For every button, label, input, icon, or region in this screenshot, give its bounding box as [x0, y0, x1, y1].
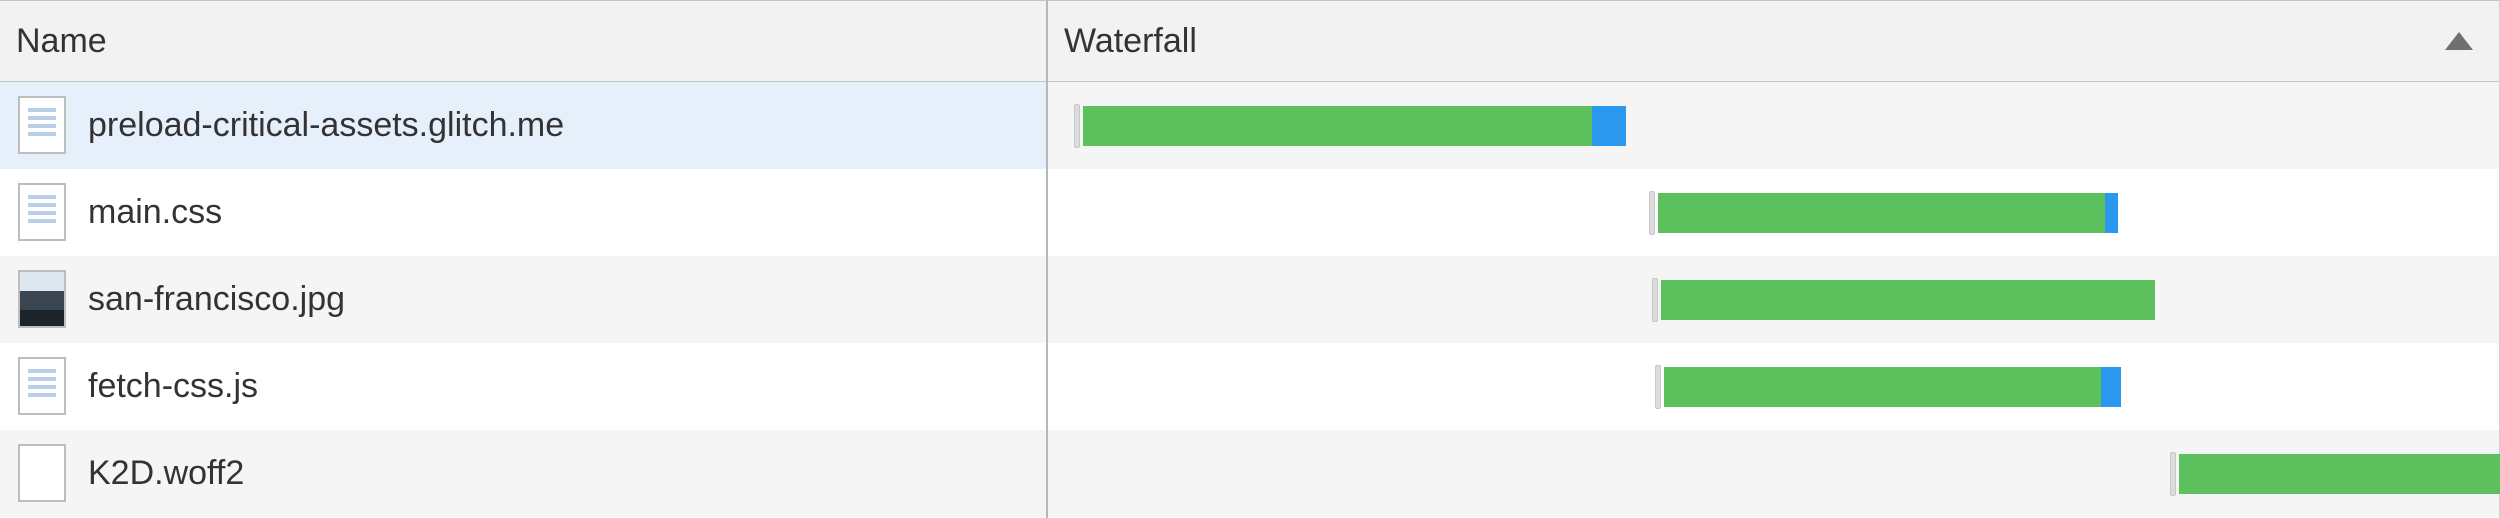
- waiting-segment: [1661, 280, 2155, 320]
- waterfall-column: Waterfall: [1048, 0, 2500, 518]
- table-row[interactable]: K2D.woff2: [0, 430, 1046, 517]
- resource-name: preload-critical-assets.glitch.me: [88, 106, 564, 145]
- name-rows: preload-critical-assets.glitch.me main.cs…: [0, 82, 1046, 517]
- name-column-header[interactable]: Name: [0, 0, 1046, 82]
- doc-icon: [18, 357, 66, 415]
- queue-tick-icon: [1649, 191, 1655, 235]
- waterfall-row[interactable]: [1048, 430, 2499, 517]
- waiting-segment: [2179, 454, 2500, 494]
- queue-tick-icon: [1074, 104, 1080, 148]
- timing-bar[interactable]: [1074, 106, 1626, 146]
- content-segment: [2101, 367, 2121, 407]
- timing-bar[interactable]: [1655, 367, 2122, 407]
- queue-tick-icon: [1652, 278, 1658, 322]
- doc-icon: [18, 96, 66, 154]
- waterfall-row[interactable]: [1048, 256, 2499, 343]
- waterfall-header-label: Waterfall: [1064, 22, 1197, 61]
- doc-icon: [18, 183, 66, 241]
- table-row[interactable]: main.css: [0, 169, 1046, 256]
- table-row[interactable]: san-francisco.jpg: [0, 256, 1046, 343]
- waterfall-row[interactable]: [1048, 169, 2499, 256]
- waterfall-row[interactable]: [1048, 82, 2499, 169]
- blank-icon: [18, 444, 66, 502]
- resource-name: main.css: [88, 193, 222, 232]
- timing-bar[interactable]: [1649, 193, 2119, 233]
- queue-tick-icon: [1655, 365, 1661, 409]
- table-row[interactable]: fetch-css.js: [0, 343, 1046, 430]
- waterfall-rows: [1048, 82, 2499, 517]
- timing-bar[interactable]: [1652, 280, 2155, 320]
- waiting-segment: [1658, 193, 2106, 233]
- content-segment: [2105, 193, 2118, 233]
- table-row[interactable]: preload-critical-assets.glitch.me: [0, 82, 1046, 169]
- waiting-segment: [1083, 106, 1592, 146]
- queue-tick-icon: [2170, 452, 2176, 496]
- resource-name: fetch-css.js: [88, 367, 258, 406]
- network-panel: Name preload-critical-assets.glitch.me ma…: [0, 0, 2500, 518]
- image-icon: [18, 270, 66, 328]
- name-column: Name preload-critical-assets.glitch.me ma…: [0, 0, 1048, 518]
- waterfall-row[interactable]: [1048, 343, 2499, 430]
- timing-bar[interactable]: [2170, 454, 2500, 494]
- resource-name: san-francisco.jpg: [88, 280, 345, 319]
- waterfall-column-header[interactable]: Waterfall: [1048, 0, 2499, 82]
- name-header-label: Name: [16, 22, 107, 61]
- waiting-segment: [1664, 367, 2102, 407]
- sort-ascending-icon: [2445, 32, 2473, 50]
- resource-name: K2D.woff2: [88, 454, 244, 493]
- content-segment: [1592, 106, 1627, 146]
